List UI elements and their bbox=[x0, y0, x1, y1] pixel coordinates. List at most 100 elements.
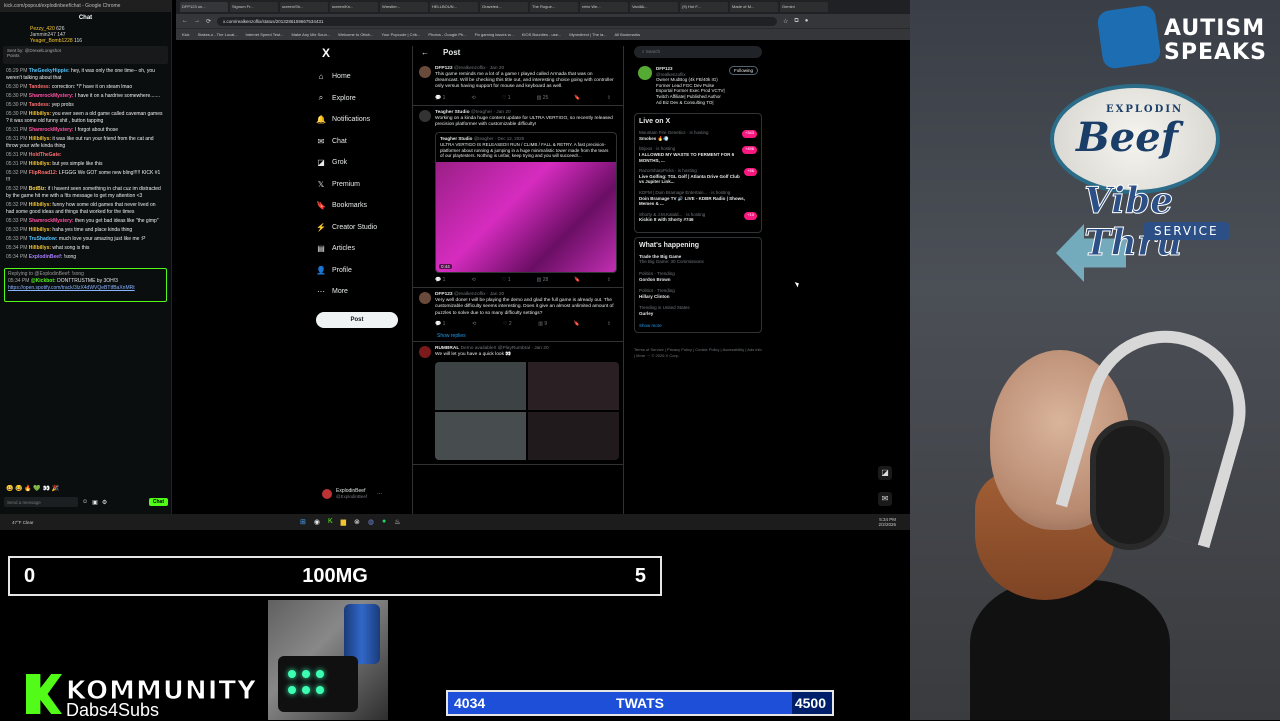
live-item[interactable]: Shorty & J.M.Kalald... · is hosting Kicki… bbox=[639, 211, 757, 223]
tweet-author[interactable]: RUMBRAL bbox=[435, 346, 459, 351]
live-item[interactable]: KDFM | Doin Bramage Entertain... · is ho… bbox=[639, 190, 757, 207]
spotify-icon[interactable]: ● bbox=[382, 518, 386, 526]
discord-icon[interactable]: ◍ bbox=[368, 518, 374, 526]
browser-tab[interactable]: The Rogue... bbox=[530, 2, 578, 12]
share-icon[interactable]: ⇪ bbox=[607, 277, 611, 283]
chat-username[interactable]: ExplodinBeef: bbox=[29, 254, 63, 260]
nav-item-profile[interactable]: 👤 Profile bbox=[316, 260, 406, 282]
gift-icon[interactable]: ▣ bbox=[92, 499, 98, 506]
nav-item-more[interactable]: ⋯ More bbox=[316, 281, 406, 303]
like-icon[interactable]: ♡ 2 bbox=[503, 321, 512, 327]
chat-send-button[interactable]: Chat bbox=[148, 498, 168, 506]
bookmark-item[interactable]: Photos - Google Ph... bbox=[428, 32, 466, 37]
nav-item-bookmarks[interactable]: 🔖 Bookmarks bbox=[316, 195, 406, 217]
bookmark-item[interactable]: Kick bbox=[182, 32, 190, 37]
bookmark-item[interactable]: Internet Speed Test... bbox=[246, 32, 284, 37]
media-image[interactable] bbox=[435, 362, 526, 411]
share-icon[interactable]: ⇪ bbox=[607, 321, 611, 327]
chat-username[interactable]: BotBiz: bbox=[29, 186, 47, 192]
nav-item-premium[interactable]: 𝕏 Premium bbox=[316, 174, 406, 196]
avatar[interactable] bbox=[638, 66, 652, 80]
avatar[interactable] bbox=[419, 109, 431, 122]
grok-icon[interactable]: ◪ bbox=[878, 466, 892, 480]
browser-tab[interactable]: screen/Kn... bbox=[330, 2, 378, 12]
nav-item-explore[interactable]: ⌕ Explore bbox=[316, 88, 406, 110]
pinned-message[interactable]: Sent by: @DrexelLongshot Points bbox=[3, 46, 168, 64]
like-icon[interactable]: ♡ 1 bbox=[502, 277, 511, 283]
chat-username[interactable]: Hillbillys: bbox=[29, 111, 51, 117]
quoted-tweet[interactable]: Teagher Studio @teagher · Dec 12, 2025 U… bbox=[435, 132, 617, 274]
chat-username[interactable]: HoldTheGate: bbox=[29, 152, 62, 158]
bookmark-icon[interactable]: 🔖 bbox=[574, 321, 580, 327]
browser-tab[interactable]: Graveled... bbox=[480, 2, 528, 12]
xbox-icon[interactable]: ⊗ bbox=[354, 518, 360, 526]
show-more-link[interactable]: Show more bbox=[639, 323, 757, 328]
trend-item[interactable]: Trade the Big Game The Big Game: 30 Commi… bbox=[639, 254, 757, 265]
chat-username[interactable]: Hillbillys: bbox=[29, 245, 51, 251]
nav-item-grok[interactable]: ◪ Grok bbox=[316, 152, 406, 174]
following-button[interactable]: Following bbox=[728, 66, 758, 75]
browser-tab[interactable]: Wrestler... bbox=[380, 2, 428, 12]
bookmark-item[interactable]: KIOS Bounties - use... bbox=[522, 32, 562, 37]
browser-tab[interactable]: (9) Hot F... bbox=[680, 2, 728, 12]
chat-username[interactable]: Hillbillys: bbox=[29, 136, 51, 142]
folder-icon[interactable]: ▆ bbox=[341, 518, 346, 526]
chat-username[interactable]: Hillbillys: bbox=[29, 202, 51, 208]
tweet[interactable]: DFP123 @realkenzoflix · Jan 20 This game… bbox=[413, 62, 623, 106]
browser-tab[interactable]: Gemini bbox=[780, 2, 828, 12]
footer-links[interactable]: Terms of Service | Privacy Policy | Cook… bbox=[634, 347, 762, 359]
bookmark-item[interactable]: Welcome to Ottoh... bbox=[338, 32, 373, 37]
bookmark-icon[interactable]: 🔖 bbox=[574, 277, 580, 283]
bookmark-item[interactable]: Mynedirect | The la... bbox=[569, 32, 606, 37]
nav-item-notifications[interactable]: 🔔 Notifications bbox=[316, 109, 406, 131]
reply-link[interactable]: https://open.spotify.com/track/3lzX4dWVQ… bbox=[8, 285, 163, 292]
quote-video[interactable]: 0:44 bbox=[436, 162, 616, 273]
show-replies-link[interactable]: Show replies bbox=[413, 331, 623, 342]
x-logo-icon[interactable]: X bbox=[322, 46, 406, 60]
kick-icon[interactable]: K bbox=[328, 518, 333, 526]
chat-username[interactable]: TheGeekyHippie: bbox=[29, 68, 70, 74]
nav-item-articles[interactable]: ▤ Articles bbox=[316, 238, 406, 260]
trend-item[interactable]: Politics · Trending Hillary Clinton bbox=[639, 288, 757, 299]
views-icon[interactable]: ▥ 25 bbox=[537, 95, 549, 101]
leader-3-name[interactable]: Yeager_Bomb1228 bbox=[30, 38, 73, 44]
nav-item-creator-studio[interactable]: ⚡ Creator Studio bbox=[316, 217, 406, 239]
chat-username[interactable]: Tandess: bbox=[29, 102, 51, 108]
chat-username[interactable]: Hillbillys: bbox=[29, 227, 51, 233]
profile-icon[interactable]: ● bbox=[805, 18, 809, 24]
repost-icon[interactable]: ⟲ bbox=[472, 277, 476, 283]
search-input[interactable]: ⌕ Search bbox=[634, 46, 762, 58]
browser-tab[interactable]: Vanill&... bbox=[630, 2, 678, 12]
emote-bar[interactable]: 😀 😂 🔥 💚 👀 🎉 bbox=[6, 485, 59, 492]
back-arrow-icon[interactable]: ← bbox=[421, 48, 429, 60]
reply-icon[interactable]: 💬 1 bbox=[435, 321, 445, 327]
browser-tab[interactable]: screen/Sh... bbox=[280, 2, 328, 12]
browser-tab[interactable]: HELLBOUN... bbox=[430, 2, 478, 12]
bookmark-icon[interactable]: 🔖 bbox=[574, 95, 580, 101]
system-tray[interactable]: 5:34 PM 2/2/2026 bbox=[878, 517, 910, 527]
emoji-icon[interactable]: ☺ bbox=[82, 499, 88, 505]
bookmark-item[interactable]: Fix gaming issues w... bbox=[475, 32, 514, 37]
bookmark-item[interactable]: Make Any Mix Soun... bbox=[291, 32, 330, 37]
media-grid[interactable] bbox=[435, 362, 619, 461]
media-image[interactable] bbox=[435, 412, 526, 461]
like-icon[interactable]: ♡ 1 bbox=[502, 95, 511, 101]
account-switcher[interactable]: ExplodinBeef @ExplodinBeef ⋯ bbox=[322, 488, 382, 499]
media-image[interactable] bbox=[528, 362, 619, 411]
avatar[interactable] bbox=[419, 345, 431, 358]
url-field[interactable]: x.com/realkenzoflix/status/2013286159667… bbox=[217, 16, 778, 26]
nav-item-home[interactable]: ⌂ Home bbox=[316, 66, 406, 88]
forward-icon[interactable]: → bbox=[194, 18, 200, 24]
browser-tab[interactable]: Made of M... bbox=[730, 2, 778, 12]
tweet-author[interactable]: DFP123 bbox=[435, 66, 453, 71]
live-item[interactable]: Mountain Fire Genetics · is hosting Smoke… bbox=[639, 130, 757, 141]
repost-icon[interactable]: ⟲ bbox=[472, 95, 476, 101]
live-item[interactable]: RazorSharpPicks · is hosting Live Golfing… bbox=[639, 168, 757, 185]
avatar[interactable] bbox=[419, 66, 431, 78]
chat-username[interactable]: ShamrockMystery: bbox=[29, 127, 74, 133]
reply-icon[interactable]: 💬 1 bbox=[435, 95, 445, 101]
reply-user[interactable]: @Kickbot: bbox=[31, 278, 56, 284]
tweet-author[interactable]: Teagher Studio bbox=[435, 110, 470, 115]
settings-icon[interactable]: ⚙ bbox=[102, 499, 107, 506]
more-icon[interactable]: ⋯ bbox=[377, 491, 382, 497]
